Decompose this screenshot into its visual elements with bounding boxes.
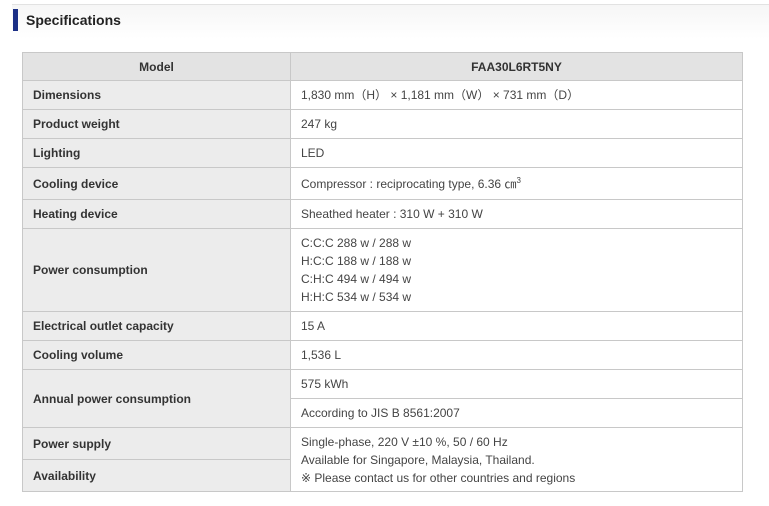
- row-label: Availability: [22, 459, 291, 492]
- row-label: Product weight: [22, 109, 291, 139]
- table-row: Cooling device Compressor : reciprocatin…: [22, 167, 743, 200]
- row-value: According to JIS B 8561:2007: [290, 398, 743, 428]
- row-label: Cooling volume: [22, 340, 291, 370]
- power-line: H:C:C 188 w / 188 w: [301, 254, 412, 268]
- row-label: Power consumption: [22, 228, 291, 312]
- table-header-row: Model FAA30L6RT5NY: [22, 52, 743, 81]
- row-value: Sheathed heater : 310 W + 310 W: [290, 199, 743, 229]
- table-row: Heating device Sheathed heater : 310 W +…: [22, 199, 743, 229]
- table-row: Dimensions 1,830 mm（H） × 1,181 mm（W） × 7…: [22, 80, 743, 110]
- row-value: 247 kg: [290, 109, 743, 139]
- supply-line: Available for Singapore, Malaysia, Thail…: [301, 452, 535, 467]
- cubic-superscript: 3: [516, 175, 521, 185]
- table-row: Annual power consumption 575 kWh: [22, 369, 743, 428]
- row-label: Annual power consumption: [22, 369, 291, 428]
- section-title: Specifications: [26, 12, 121, 28]
- table-row: Power supply Single-phase, 220 V ±10 %, …: [22, 427, 743, 492]
- row-label: Lighting: [22, 138, 291, 168]
- row-value: 575 kWh: [290, 369, 743, 399]
- row-value: Compressor : reciprocating type, 6.36 ㎝3: [290, 167, 743, 200]
- row-label: Heating device: [22, 199, 291, 229]
- supply-line: Single-phase, 220 V ±10 %, 50 / 60 Hz: [301, 434, 508, 449]
- model-value: FAA30L6RT5NY: [290, 52, 743, 81]
- row-value: Single-phase, 220 V ±10 %, 50 / 60 Hz Av…: [290, 427, 743, 492]
- supply-line: ※ Please contact us for other countries …: [301, 470, 576, 485]
- power-line: C:H:C 494 w / 494 w: [301, 272, 412, 286]
- row-value: C:C:C 288 w / 288 w H:C:C 188 w / 188 w …: [290, 228, 743, 312]
- cooling-device-text: Compressor : reciprocating type, 6.36 ㎝: [301, 176, 517, 191]
- power-line: C:C:C 288 w / 288 w: [301, 236, 412, 250]
- table-row: Electrical outlet capacity 15 A: [22, 311, 743, 341]
- row-label: Cooling device: [22, 167, 291, 200]
- row-label: Electrical outlet capacity: [22, 311, 291, 341]
- section-header: [12, 4, 769, 39]
- row-value: LED: [290, 138, 743, 168]
- table-row: Cooling volume 1,536 L: [22, 340, 743, 370]
- specifications-table: Model FAA30L6RT5NY Dimensions 1,830 mm（H…: [22, 52, 743, 492]
- table-row: Product weight 247 kg: [22, 109, 743, 139]
- row-value: 1,830 mm（H） × 1,181 mm（W） × 731 mm（D）: [290, 80, 743, 110]
- section-header-accent: [13, 9, 18, 31]
- model-label: Model: [22, 52, 291, 81]
- row-label: Power supply: [22, 427, 291, 460]
- row-label: Dimensions: [22, 80, 291, 110]
- row-value: 1,536 L: [290, 340, 743, 370]
- table-row: Power consumption C:C:C 288 w / 288 w H:…: [22, 228, 743, 312]
- table-row: Lighting LED: [22, 138, 743, 168]
- row-value: 15 A: [290, 311, 743, 341]
- power-line: H:H:C 534 w / 534 w: [301, 290, 412, 304]
